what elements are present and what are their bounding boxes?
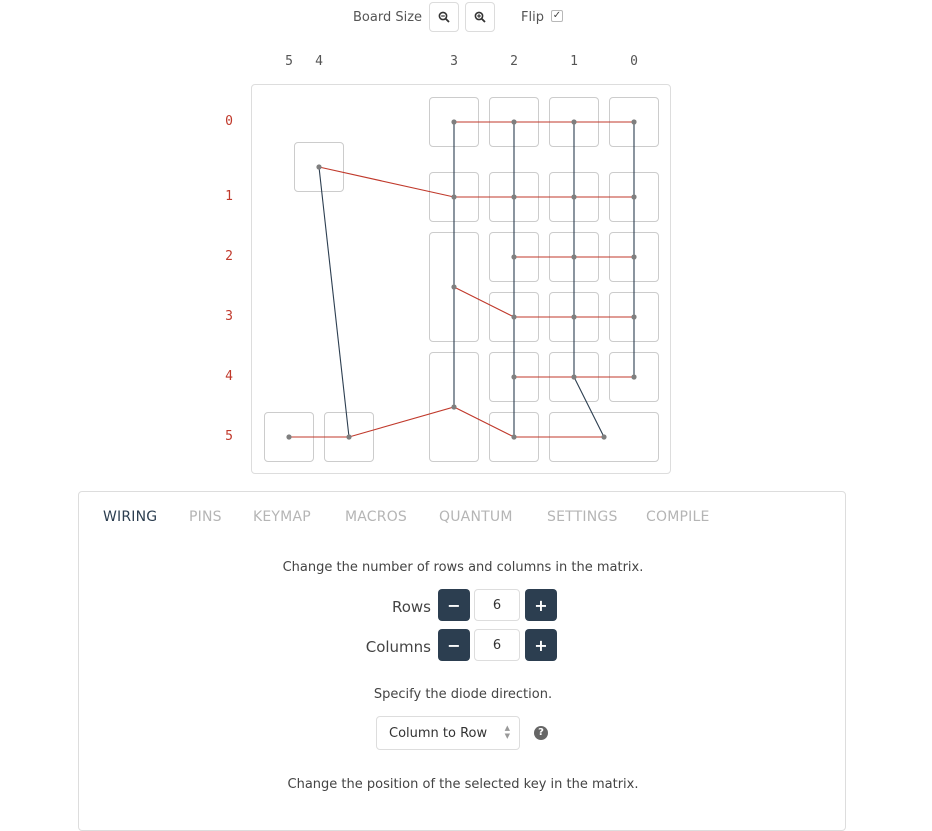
tab-macros[interactable]: MACROS: [345, 509, 407, 525]
diode-instruction: Specify the diode direction.: [373, 687, 553, 702]
column-wire-4: [318, 166, 350, 438]
wire-node: [631, 194, 637, 200]
wire-node: [511, 374, 517, 380]
wire-node: [451, 194, 457, 200]
minus-icon: −: [447, 595, 461, 615]
wire-node: [316, 164, 322, 170]
tab-settings[interactable]: SETTINGS: [547, 509, 618, 525]
wire-node: [571, 194, 577, 200]
wire-node: [451, 404, 457, 410]
matrix-size-instruction: Change the number of rows and columns in…: [282, 560, 644, 575]
wire-node: [511, 254, 517, 260]
wire-node: [571, 254, 577, 260]
wire-node: [286, 434, 292, 440]
wire-node: [346, 434, 352, 440]
rows-input[interactable]: [474, 589, 520, 621]
columns-input[interactable]: [474, 629, 520, 661]
columns-decrement-button[interactable]: −: [438, 629, 470, 661]
rows-label: Rows: [391, 598, 431, 616]
row-wire-3: [453, 286, 634, 318]
row-wire-1: [318, 166, 634, 198]
tab-quantum[interactable]: QUANTUM: [439, 509, 513, 525]
tab-wiring[interactable]: WIRING: [103, 509, 157, 525]
wire-nodes: [286, 119, 637, 440]
wire-node: [511, 434, 517, 440]
tab-compile[interactable]: COMPILE: [646, 509, 710, 525]
wiring-overlay: [286, 119, 637, 440]
plus-icon: +: [534, 635, 548, 655]
wire-node: [631, 119, 637, 125]
key-position-instruction: Change the position of the selected key …: [287, 777, 639, 792]
minus-icon: −: [447, 635, 461, 655]
wire-node: [571, 314, 577, 320]
wire-node: [571, 119, 577, 125]
wire-node: [511, 314, 517, 320]
settings-panel: WIRING PINS KEYMAP MACROS QUANTUM SETTIN…: [78, 491, 846, 831]
column-wire-1: [573, 122, 605, 438]
wire-node: [631, 314, 637, 320]
question-circle-icon[interactable]: ?: [534, 726, 548, 740]
help-glyph: ?: [538, 727, 544, 738]
plus-icon: +: [534, 595, 548, 615]
rows-decrement-button[interactable]: −: [438, 589, 470, 621]
wire-node: [631, 254, 637, 260]
wire-node: [511, 119, 517, 125]
wire-node: [601, 434, 607, 440]
select-arrows-icon: ▲ ▼: [504, 724, 510, 740]
column-wires: [318, 122, 635, 438]
columns-increment-button[interactable]: +: [525, 629, 557, 661]
wire-node: [451, 119, 457, 125]
wire-node: [631, 374, 637, 380]
wire-node: [571, 374, 577, 380]
wire-node: [451, 284, 457, 290]
columns-label: Columns: [365, 638, 431, 656]
row-wires: [289, 121, 634, 438]
tab-keymap[interactable]: KEYMAP: [253, 509, 311, 525]
rows-increment-button[interactable]: +: [525, 589, 557, 621]
tab-pins[interactable]: PINS: [189, 509, 222, 525]
row-wire-5: [289, 406, 604, 438]
wire-node: [511, 194, 517, 200]
diode-direction-value: Column to Row: [389, 726, 488, 741]
diode-direction-select[interactable]: Column to Row ▲ ▼: [376, 716, 520, 750]
